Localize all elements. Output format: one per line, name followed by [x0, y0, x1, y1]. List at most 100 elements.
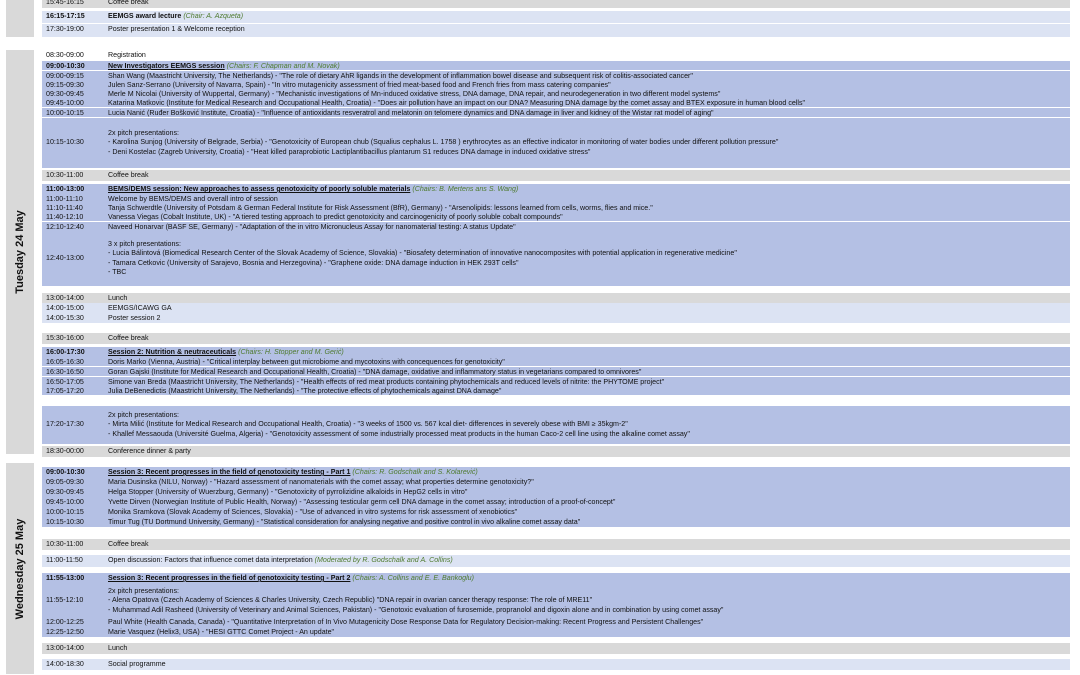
session-line: Marie Vasquez (Helix3, USA) - "HESI GTTC… [108, 628, 1070, 638]
session-text: - Karolina Sunjog (University of Belgrad… [108, 138, 779, 147]
session-line: 2x pitch presentations: [108, 587, 1070, 597]
schedule-row: 12:40-13:00 3 x pitch presentations: - Luc… [42, 231, 1070, 286]
session-content: Coffee break [108, 334, 1070, 344]
session-text: Tanja Schwerdtle (University of Potsdam … [108, 204, 653, 212]
session-chair: (Chairs: B. Mertens ans S. Wang) [412, 185, 519, 193]
session-text: Coffee break [108, 171, 149, 179]
session-text: Poster session 2 [108, 314, 161, 322]
session-line: Coffee break [108, 334, 1070, 344]
schedule-row: 09:00-10:30 Session 3: Recent progresses … [42, 467, 1070, 477]
session-text: Conference dinner & party [108, 447, 191, 455]
session-text: - Khallef Messaouda (Université Guelma, … [108, 429, 690, 438]
session-content: Coffee break [108, 540, 1070, 550]
session-time: 08:30-09:00 [46, 51, 84, 59]
session-text: Maria Dusinska (NILU, Norway) - "Hazard … [108, 478, 534, 486]
schedule-row: 11:00-11:10 Welcome by BEMS/DEMS and over… [42, 194, 1070, 203]
session-time: 17:05-17:20 [46, 387, 84, 395]
day-label-column: Wednesday 25 May [6, 463, 34, 674]
schedule-row: 09:30-09:45 Helga Stopper (University of … [42, 487, 1070, 497]
session-text: 3 x pitch presentations: [108, 239, 181, 248]
session-text: Poster presentation 1 & Welcome receptio… [108, 25, 245, 33]
session-chair: (Chairs: F. Chapman and M. Novak) [226, 62, 340, 70]
session-chair: (Chairs: A. Collins and E. E. Bankoglu) [352, 574, 474, 582]
session-line: - Tamara Cetkovic (University of Sarajev… [108, 259, 1070, 269]
session-time: 17:20-17:30 [46, 420, 84, 429]
session-text: Lunch [108, 294, 128, 302]
session-text: Coffee break [108, 0, 149, 6]
session-text: Lunch [108, 644, 128, 652]
session-text: 2x pitch presentations: [108, 410, 179, 419]
session-content: Poster presentation 1 & Welcome receptio… [108, 25, 1070, 35]
session-text: Shan Wang (Maastricht University, The Ne… [108, 72, 693, 80]
session-line: - Alena Opatova (Czech Academy of Scienc… [108, 596, 1070, 606]
session-text: Coffee break [108, 334, 149, 342]
session-line: Social programme [108, 660, 1070, 670]
session-content: Lunch [108, 644, 1070, 654]
session-text: Naveed Honarvar (BASF SE, Germany) - "Ad… [108, 223, 516, 231]
schedule-row: 14:00-18:30 Social programme [42, 659, 1070, 670]
session-line: Timur Tug (TU Dortmund University, Germa… [108, 518, 1070, 528]
session-content: Coffee break [108, 171, 1070, 181]
session-line: Lunch [108, 644, 1070, 654]
session-line: 2x pitch presentations: [108, 129, 1070, 139]
schedule-row: 17:05-17:20 Julia DeBenedictis (Maastrich… [42, 386, 1070, 395]
session-line: Coffee break [108, 0, 1070, 8]
schedule-row: 15:30-16:00 Coffee break [42, 333, 1070, 344]
session-line: Julia DeBenedictis (Maastricht Universit… [108, 387, 1070, 397]
session-time: 10:15-10:30 [46, 518, 84, 526]
session-text: Session 2: Nutrition & neutraceuticals [108, 348, 237, 356]
session-time: 10:30-11:00 [46, 540, 84, 548]
session-time: 15:45-16:15 [46, 0, 84, 6]
session-text: Katarina Matkovic (Institute for Medical… [108, 99, 806, 107]
session-text: Goran Gajski (Institute for Medical Rese… [108, 368, 642, 376]
session-line: - Mirta Milić (Institute for Medical Res… [108, 420, 1070, 430]
session-text: Session 3: Recent progresses in the fiel… [108, 468, 351, 476]
schedule-row: 09:15-09:30 Julen Sanz-Serrano (Universit… [42, 80, 1070, 89]
schedule-row: 11:40-12:10 Vanessa Viegas (Cobalt Instit… [42, 212, 1070, 221]
session-content: Timur Tug (TU Dortmund University, Germa… [108, 518, 1070, 528]
session-text: Julen Sanz-Serrano (University of Navarr… [108, 81, 611, 89]
schedule-row: 16:00-17:30 Session 2: Nutrition & neutra… [42, 347, 1070, 357]
schedule-row: 12:00-12:25 Paul White (Health Canada, Ca… [42, 617, 1070, 627]
session-time: 14:00-18:30 [46, 660, 84, 668]
session-chair: (Moderated by R. Godschalk and A. Collin… [314, 556, 453, 564]
schedule-row: 11:55-13:00 Session 3: Recent progresses … [42, 573, 1070, 583]
session-text: Registration [108, 51, 146, 59]
day-label-column: Tuesday 24 May [6, 50, 34, 454]
session-content: Julia DeBenedictis (Maastricht Universit… [108, 387, 1070, 397]
session-content: 2x pitch presentations: - Karolina Sunjog… [108, 129, 1070, 158]
session-line: - Karolina Sunjog (University of Belgrad… [108, 138, 1070, 148]
session-text: Merle M Nicolai (University of Wuppertal… [108, 90, 721, 98]
schedule-row: 14:00-15:00 EEMGS/ICAWG GA [42, 303, 1070, 313]
day-label: Tuesday 24 May [14, 210, 26, 294]
session-time: 17:30-19:00 [46, 25, 84, 33]
day-label: Wednesday 25 May [14, 518, 26, 619]
schedule-row: 10:15-10:30 2x pitch presentations: - Karo… [42, 118, 1070, 168]
session-content: Marie Vasquez (Helix3, USA) - "HESI GTTC… [108, 628, 1070, 638]
session-text: Doris Marko (Vienna, Austria) - "Critica… [108, 358, 505, 366]
schedule-row: 12:25-12:50 Marie Vasquez (Helix3, USA) -… [42, 627, 1070, 637]
session-line: 2x pitch presentations: [108, 411, 1070, 421]
schedule-row: 16:30-16:50 Goran Gajski (Institute for M… [42, 367, 1070, 376]
session-text: - Alena Opatova (Czech Academy of Scienc… [108, 596, 593, 605]
session-time: 12:25-12:50 [46, 628, 84, 636]
session-text: Coffee break [108, 540, 149, 548]
session-line: EEMGS award lecture (Chair: A. Azqueta) [108, 12, 1070, 22]
schedule-row: 11:00-11:50 Open discussion: Factors that… [42, 555, 1070, 567]
session-text: Social programme [108, 660, 166, 668]
session-text: Yvette Dirven (Norwegian Institute of Pu… [108, 498, 616, 506]
session-text: - Tamara Cetkovic (University of Sarajev… [108, 258, 519, 267]
session-content: Social programme [108, 660, 1070, 670]
schedule-row: 11:55-12:10 2x pitch presentations: - Alen… [42, 583, 1070, 619]
session-text: - Lucia Bálintová (Biomedical Research C… [108, 249, 737, 257]
schedule-row: 08:30-09:00 Registration [42, 50, 1070, 60]
session-text: BEMS/DEMS session: New approaches to ass… [108, 185, 411, 193]
session-line: Coffee break [108, 540, 1070, 550]
session-chair: (Chairs: H. Stopper and M. Gerić) [238, 348, 344, 356]
session-content: Poster session 2 [108, 314, 1070, 324]
session-line: - Deni Kostelac (Zagreb University, Croa… [108, 148, 1070, 158]
schedule-row: 17:30-19:00 Poster presentation 1 & Welco… [42, 24, 1070, 37]
day-label-column [6, 0, 34, 37]
session-chair: (Chair: A. Azqueta) [183, 12, 244, 20]
schedule-row: 10:00-10:15 Monika Sramkova (Slovak Acade… [42, 507, 1070, 517]
